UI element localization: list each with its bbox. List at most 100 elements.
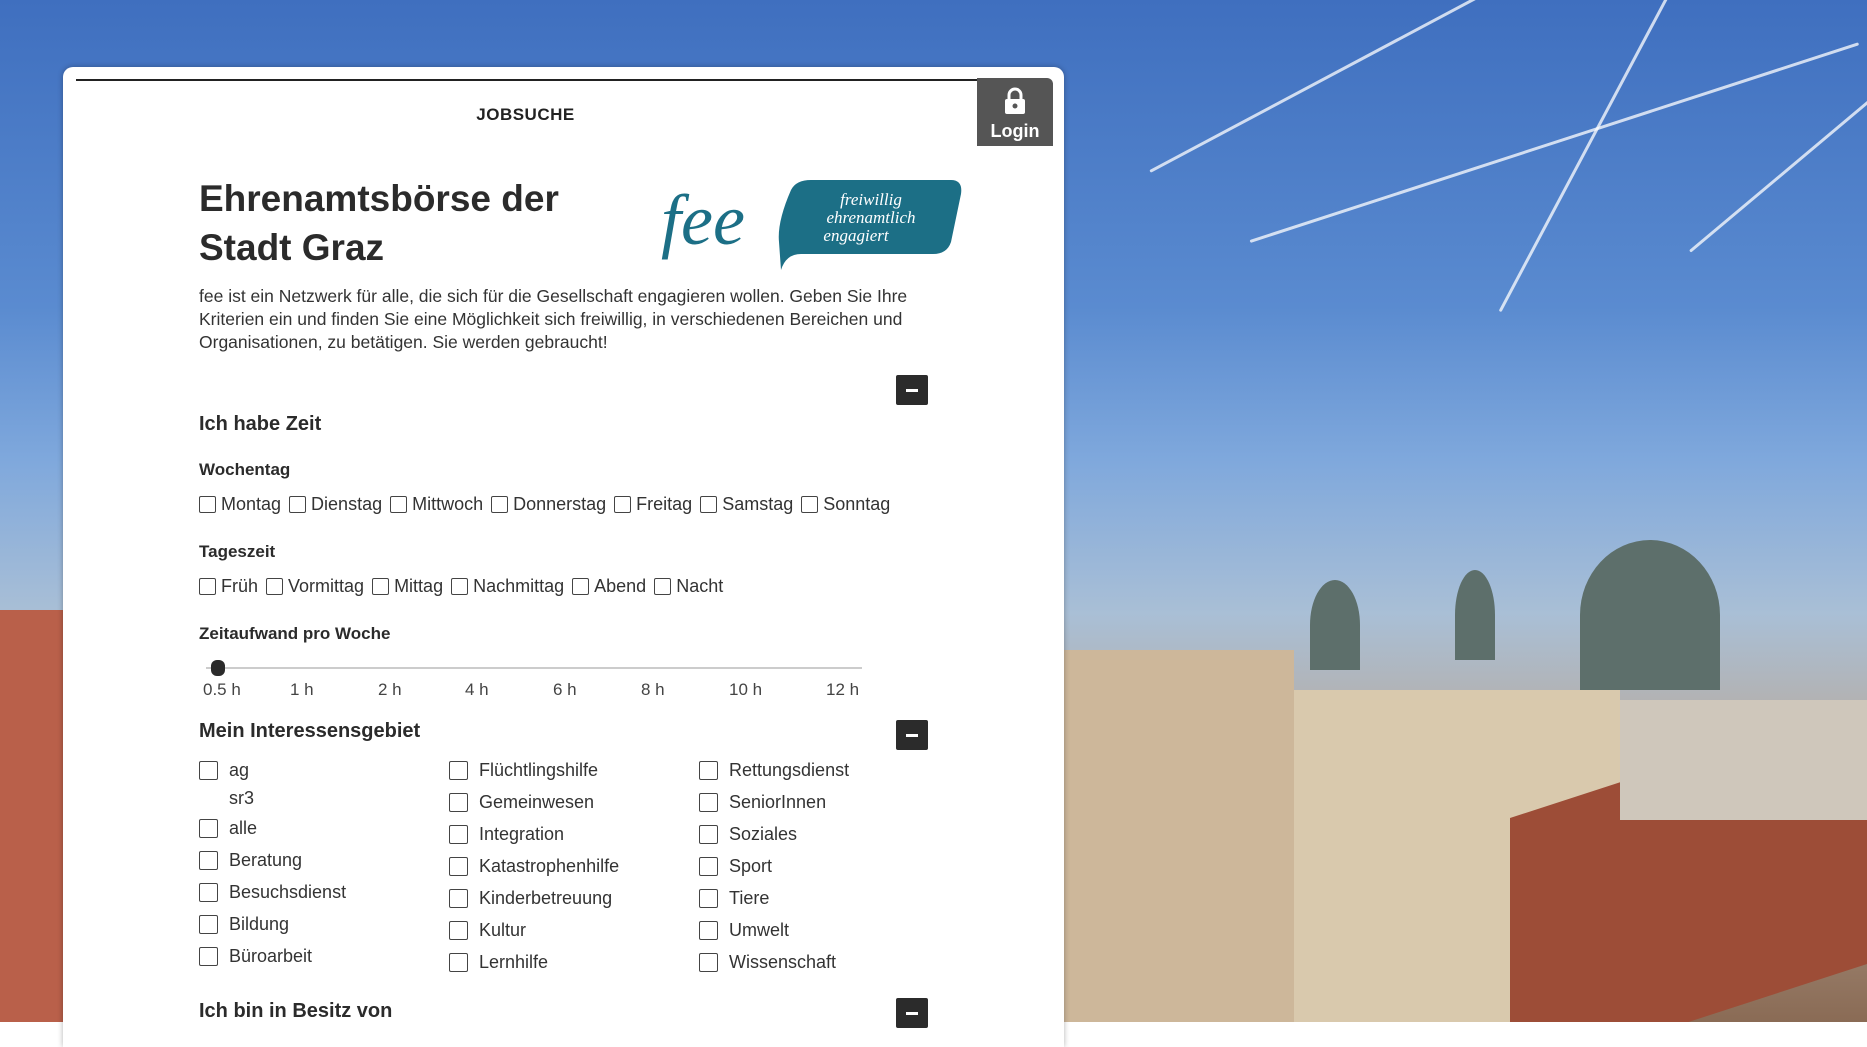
interest-option[interactable]: Beratung [199, 850, 302, 871]
checkbox[interactable] [699, 889, 718, 908]
checkbox[interactable] [199, 761, 218, 780]
interest-option[interactable]: Gemeinwesen [449, 792, 594, 813]
interest-option[interactable]: Kultur [449, 920, 526, 941]
daytime-option[interactable]: Abend [572, 576, 646, 597]
checkbox[interactable] [266, 578, 284, 595]
interest-option[interactable]: Büroarbeit [199, 946, 312, 967]
interest-option[interactable]: Bildung [199, 914, 289, 935]
street-buildings [1064, 650, 1294, 1022]
option-label: alle [229, 818, 258, 838]
option-label: Mittag [394, 576, 444, 596]
weekday-option[interactable]: Donnerstag [491, 494, 606, 515]
interest-option[interactable]: alle [199, 818, 257, 839]
checkbox[interactable] [449, 761, 468, 780]
interest-option[interactable]: ag [199, 760, 249, 781]
contrail [1689, 83, 1867, 253]
daytime-option[interactable]: Mittag [372, 576, 443, 597]
collapse-time-button[interactable] [896, 375, 928, 405]
daytime-option[interactable]: Früh [199, 576, 258, 597]
effort-tick: 0.5 h [203, 680, 241, 699]
checkbox[interactable] [449, 889, 468, 908]
weekday-label: Wochentag [199, 460, 291, 479]
interest-option[interactable]: Rettungsdienst [699, 760, 849, 781]
possession-heading: Ich bin in Besitz von [199, 1000, 393, 1022]
option-label: Soziales [729, 824, 798, 844]
login-button[interactable]: Login [977, 78, 1053, 146]
checkbox[interactable] [699, 793, 718, 812]
interest-option[interactable]: Lernhilfe [449, 952, 548, 973]
option-label: Kultur [479, 920, 527, 940]
checkbox[interactable] [199, 819, 218, 838]
checkbox[interactable] [572, 578, 590, 595]
weekday-option[interactable]: Montag [199, 494, 281, 515]
checkbox[interactable] [699, 825, 718, 844]
checkbox[interactable] [390, 496, 408, 513]
checkbox[interactable] [491, 496, 509, 513]
effort-slider-track[interactable] [206, 667, 862, 669]
interest-option[interactable]: Flüchtlingshilfe [449, 760, 598, 781]
collapse-interests-button[interactable] [896, 720, 928, 750]
checkbox[interactable] [699, 761, 718, 780]
checkbox[interactable] [654, 578, 672, 595]
checkbox[interactable] [700, 496, 718, 513]
interest-option[interactable]: SeniorInnen [699, 792, 826, 813]
checkbox[interactable] [289, 496, 307, 513]
checkbox[interactable] [699, 921, 718, 940]
interest-option[interactable]: Soziales [699, 824, 797, 845]
collapse-possession-button[interactable] [896, 998, 928, 1028]
checkbox[interactable] [699, 953, 718, 972]
option-label: Gemeinwesen [479, 792, 595, 812]
checkbox[interactable] [199, 883, 218, 902]
checkbox[interactable] [451, 578, 469, 595]
checkbox[interactable] [199, 915, 218, 934]
search-panel: JOBSUCHE Login Ehrenamtsbörse der Stadt … [63, 67, 1064, 1047]
option-label: Katastrophenhilfe [479, 856, 620, 876]
title-line-1: Ehrenamtsbörse der [199, 178, 559, 219]
checkbox[interactable] [199, 851, 218, 870]
weekday-option[interactable]: Sonntag [801, 494, 890, 515]
interests-heading: Mein Interessensgebiet [199, 720, 421, 742]
option-label: Büroarbeit [229, 946, 313, 966]
checkbox[interactable] [449, 857, 468, 876]
checkbox[interactable] [449, 793, 468, 812]
section-label: JOBSUCHE [476, 105, 575, 124]
checkbox[interactable] [372, 578, 390, 595]
effort-tick: 12 h [826, 680, 860, 699]
weekday-option[interactable]: Samstag [700, 494, 793, 515]
weekday-option[interactable]: Dienstag [289, 494, 382, 515]
tower-dome [1455, 570, 1495, 660]
interest-option[interactable]: Sport [699, 856, 772, 877]
daytime-option[interactable]: Nacht [654, 576, 723, 597]
option-label: Besuchsdienst [229, 882, 347, 902]
weekday-option[interactable]: Mittwoch [390, 494, 483, 515]
interest-option[interactable]: Integration [449, 824, 564, 845]
option-label: Vormittag [288, 576, 365, 596]
option-label: Mittwoch [412, 494, 484, 514]
effort-slider-handle[interactable] [211, 660, 225, 676]
checkbox[interactable] [614, 496, 632, 513]
option-label: Abend [594, 576, 647, 596]
checkbox[interactable] [801, 496, 819, 513]
daytime-option[interactable]: Nachmittag [451, 576, 564, 597]
checkbox[interactable] [699, 857, 718, 876]
checkbox[interactable] [199, 496, 216, 513]
checkbox[interactable] [449, 921, 468, 940]
option-label: Bildung [229, 914, 290, 934]
weekday-option[interactable]: Freitag [614, 494, 692, 515]
checkbox[interactable] [449, 953, 468, 972]
interest-option[interactable]: Wissenschaft [699, 952, 836, 973]
option-label: Donnerstag [513, 494, 607, 514]
logo-tag-2: ehrenamtlich [826, 208, 915, 227]
daytime-option[interactable]: Vormittag [266, 576, 364, 597]
interest-option[interactable]: Kinderbetreuung [449, 888, 612, 909]
checkbox[interactable] [199, 947, 218, 966]
daytime-options: Früh Vormittag Mittag Nachmittag Abend N… [199, 576, 731, 597]
interest-option[interactable]: Besuchsdienst [199, 882, 346, 903]
checkbox[interactable] [449, 825, 468, 844]
interest-option[interactable]: Tiere [699, 888, 769, 909]
option-label: Beratung [229, 850, 303, 870]
interest-option[interactable]: Katastrophenhilfe [449, 856, 619, 877]
option-label: Sonntag [823, 494, 891, 514]
interest-option[interactable]: Umwelt [699, 920, 789, 941]
checkbox[interactable] [199, 578, 216, 595]
